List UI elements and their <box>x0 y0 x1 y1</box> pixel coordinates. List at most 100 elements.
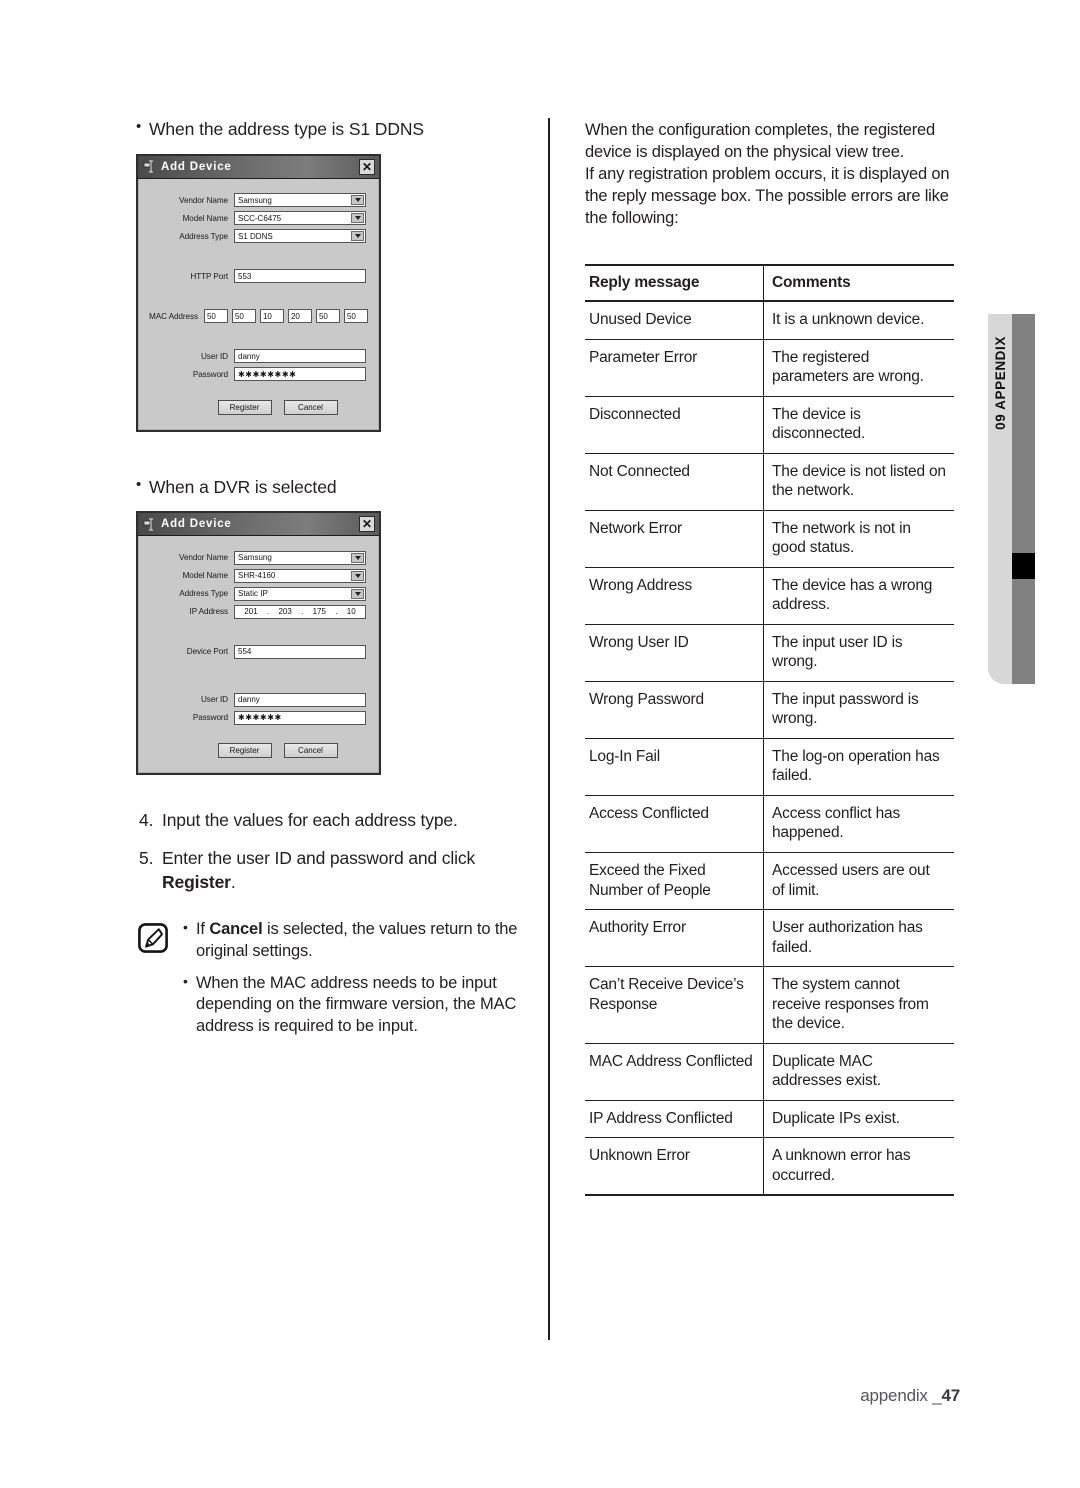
table-body: Unused Device It is a unknown device. Para… <box>585 301 954 1197</box>
cell-comment: The network is not in good status. <box>763 510 954 568</box>
cell-reply-message: Unknown Error <box>585 1137 764 1197</box>
model-name-label: Model Name <box>182 213 229 223</box>
dialog-body: Vendor Name Samsung Model Name SHR-4160 … <box>138 536 379 774</box>
vendor-name-value: Samsung <box>238 195 272 205</box>
dialog-titlebar: Add Device ✕ <box>138 513 379 537</box>
table-row: Parameter Error The registered parameters… <box>585 339 954 397</box>
table-row: IP Address Conflicted Duplicate IPs exist… <box>585 1100 954 1139</box>
cell-reply-message: MAC Address Conflicted <box>585 1043 764 1101</box>
address-type-label: Address Type <box>179 589 228 599</box>
note-block: If Cancel is selected, the values return… <box>136 918 526 1048</box>
user-id-input[interactable]: danny <box>234 349 366 364</box>
field-row-mac-address: MAC Address 50 50 10 20 50 50 <box>149 309 368 324</box>
chevron-down-icon[interactable] <box>351 570 364 581</box>
cell-comment: The system cannot receive responses from… <box>763 966 954 1044</box>
reply-message-table: Reply message Comments Unused Device It i… <box>585 263 954 1197</box>
column-divider <box>548 118 550 1340</box>
password-input[interactable]: ✱✱✱✱✱✱ <box>234 710 366 725</box>
cell-comment: The device is not listed on the network. <box>763 453 954 511</box>
note-item: If Cancel is selected, the values return… <box>182 918 526 963</box>
model-name-value: SCC-C6475 <box>238 213 282 223</box>
model-name-select[interactable]: SCC-C6475 <box>234 211 366 226</box>
note-text-bold: Cancel <box>209 920 263 939</box>
ip-octet-2: 203 <box>278 607 292 617</box>
password-value: ✱✱✱✱✱✱ <box>238 713 282 723</box>
add-device-icon <box>143 160 156 173</box>
field-row-password: Password ✱✱✱✱✱✱ <box>149 710 366 725</box>
field-row-password: Password ✱✱✱✱✱✱✱✱ <box>149 367 366 382</box>
dialog-title: Add Device <box>161 518 232 531</box>
mac-octet-input[interactable]: 10 <box>259 309 284 324</box>
table-head: Reply message Comments <box>585 263 954 303</box>
register-button[interactable]: Register <box>217 743 272 759</box>
password-input[interactable]: ✱✱✱✱✱✱✱✱ <box>234 367 366 382</box>
user-id-input[interactable]: danny <box>234 692 366 707</box>
cell-reply-message: Exceed the Fixed Number of People <box>585 852 764 911</box>
table-row: Wrong Password The input password is wron… <box>585 681 954 739</box>
footer-page-number: 47 <box>941 1386 960 1405</box>
device-port-label: Device Port <box>186 647 228 657</box>
mac-octet-input[interactable]: 50 <box>343 309 368 324</box>
field-row-vendor-name: Vendor Name Samsung <box>149 193 366 208</box>
mac-octet-input[interactable]: 50 <box>315 309 340 324</box>
chevron-down-icon[interactable] <box>351 552 364 563</box>
step-text-bold: Register <box>162 871 231 892</box>
right-column: When the configuration completes, the re… <box>585 120 957 1197</box>
cell-comment: It is a unknown device. <box>763 301 954 340</box>
device-port-input[interactable]: 554 <box>234 644 366 659</box>
register-button[interactable]: Register <box>217 399 272 415</box>
cell-comment: The log-on operation has failed. <box>763 738 954 796</box>
address-type-select[interactable]: S1 DDNS <box>234 229 366 244</box>
step-item: 4. Input the values for each address typ… <box>139 809 526 833</box>
ip-address-input[interactable]: 201 . 203 . 175 . 10 <box>234 604 366 619</box>
step-item: 5. Enter the user ID and password and cl… <box>139 847 526 894</box>
address-type-value: S1 DDNS <box>238 231 273 241</box>
field-row-model-name: Model Name SCC-C6475 <box>149 211 366 226</box>
cancel-button[interactable]: Cancel <box>283 743 338 759</box>
cell-comment: A unknown error has occurred. <box>763 1137 954 1197</box>
table-row: Exceed the Fixed Number of People Accesse… <box>585 852 954 911</box>
http-port-input[interactable]: 553 <box>234 269 366 284</box>
page-footer: appendix _47 <box>860 1386 960 1406</box>
field-row-ip-address: IP Address 201 . 203 . 175 . 10 <box>149 604 366 619</box>
close-icon[interactable]: ✕ <box>359 158 375 175</box>
address-type-label: Address Type <box>179 231 228 241</box>
step-number: 5. <box>139 847 154 868</box>
side-tab-label-wrap: 09 APPENDIX <box>988 314 1012 684</box>
vendor-name-label: Vendor Name <box>179 195 228 205</box>
vendor-name-select[interactable]: Samsung <box>234 193 366 208</box>
table-row: Can’t Receive Device’s Response The syste… <box>585 966 954 1044</box>
http-port-value: 553 <box>238 271 252 281</box>
cell-comment: The device is disconnected. <box>763 396 954 454</box>
mac-octet-input[interactable]: 50 <box>203 309 228 324</box>
cell-comment: Duplicate IPs exist. <box>763 1100 954 1139</box>
cell-comment: User authorization has failed. <box>763 909 954 968</box>
add-device-icon <box>143 518 156 531</box>
close-icon[interactable]: ✕ <box>359 516 375 533</box>
chevron-down-icon[interactable] <box>351 195 364 206</box>
table-row: MAC Address Conflicted Duplicate MAC addr… <box>585 1043 954 1101</box>
intro-paragraph: When the configuration completes, the re… <box>585 121 950 227</box>
mac-octet-input[interactable]: 50 <box>231 309 256 324</box>
cell-reply-message: Wrong Address <box>585 567 764 625</box>
mac-address-label: MAC Address <box>149 311 198 321</box>
vendor-name-select[interactable]: Samsung <box>234 550 366 565</box>
model-name-select[interactable]: SHR-4160 <box>234 568 366 583</box>
appendix-side-tab: 09 APPENDIX <box>988 314 1035 684</box>
cell-reply-message: Log-In Fail <box>585 738 764 796</box>
cell-reply-message: Can’t Receive Device’s Response <box>585 966 764 1044</box>
dialog-button-row: Register Cancel <box>149 399 366 415</box>
mac-octet-input[interactable]: 20 <box>287 309 312 324</box>
heading-s1-ddns: When the address type is S1 DDNS <box>136 117 526 142</box>
chevron-down-icon[interactable] <box>351 231 364 242</box>
field-row-vendor-name: Vendor Name Samsung <box>149 550 366 565</box>
chevron-down-icon[interactable] <box>351 588 364 599</box>
numbered-steps: 4. Input the values for each address typ… <box>136 809 526 894</box>
cell-comment: Access conflict has happened. <box>763 795 954 854</box>
step-number: 4. <box>139 810 154 831</box>
cancel-button[interactable]: Cancel <box>283 399 338 415</box>
address-type-select[interactable]: Static IP <box>234 586 366 601</box>
chevron-down-icon[interactable] <box>351 213 364 224</box>
